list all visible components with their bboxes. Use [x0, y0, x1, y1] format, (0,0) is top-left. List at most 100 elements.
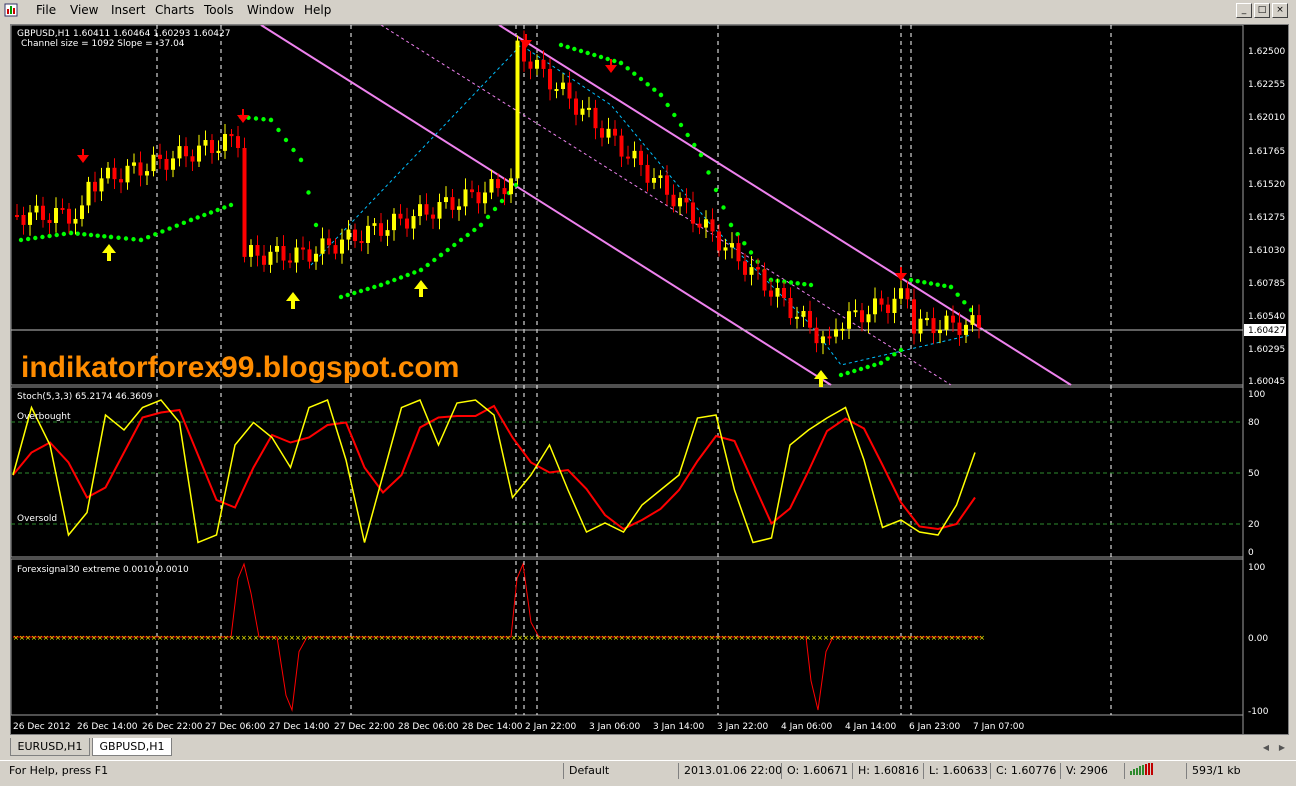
- chart-window[interactable]: × × × × × × × × × × × × × × × × × × × × × × × × × × × × × × × × × × × × × × × ×…: [10, 24, 1289, 735]
- menu-view[interactable]: View: [70, 3, 98, 17]
- fx-marker: ×: [19, 634, 25, 642]
- candle-body: [307, 249, 312, 262]
- scroll-right-icon[interactable]: ▶: [1276, 742, 1288, 754]
- sar-dot: [276, 127, 281, 133]
- fx-marker: ×: [235, 634, 241, 642]
- channel-info: Channel size = 1092 Slope = -37.04: [21, 39, 185, 49]
- sar-dot: [658, 92, 664, 98]
- fx-marker: ×: [643, 634, 649, 642]
- fx-marker: ×: [523, 634, 529, 642]
- candle-body: [151, 154, 156, 172]
- candle-body: [736, 243, 741, 262]
- menu-tools[interactable]: Tools: [204, 3, 234, 17]
- watermark: indikatorforex99.blogspot.com: [21, 351, 459, 384]
- fx-marker: ×: [241, 634, 247, 642]
- candle-body: [639, 150, 643, 165]
- candle-body: [730, 243, 734, 248]
- candle-body: [970, 315, 975, 325]
- time-label: 3 Jan 22:00: [717, 722, 769, 732]
- menu-help[interactable]: Help: [304, 3, 331, 17]
- fx-marker: ×: [43, 634, 49, 642]
- sar-dot: [728, 222, 734, 228]
- candle-body: [340, 239, 344, 254]
- fx-marker: ×: [979, 634, 985, 642]
- candle-body: [782, 287, 786, 298]
- tab-gbpusd[interactable]: GBPUSD,H1: [92, 738, 172, 756]
- candle-body: [788, 297, 793, 319]
- svg-text:0: 0: [1248, 548, 1254, 558]
- candle-body: [275, 246, 279, 252]
- sar-dot: [852, 368, 857, 374]
- fx-marker: ×: [781, 634, 787, 642]
- sar-dot: [425, 262, 430, 268]
- candle-body: [47, 219, 52, 223]
- candle-body: [723, 247, 728, 251]
- candle-body: [138, 162, 143, 176]
- candle-body: [808, 311, 812, 328]
- candle-body: [229, 134, 234, 137]
- menu-window[interactable]: Window: [247, 3, 294, 17]
- sar-dot: [678, 122, 684, 128]
- candle-body: [944, 315, 949, 330]
- down-arrow-icon: [237, 109, 249, 123]
- sar-dot: [75, 231, 80, 236]
- time-label: 28 Dec 06:00: [398, 722, 459, 732]
- sar-dot: [558, 42, 564, 48]
- candle-body: [242, 147, 247, 257]
- menu-file[interactable]: File: [36, 3, 56, 17]
- stoch-levels: [11, 421, 1243, 525]
- tab-eurusd[interactable]: EURUSD,H1: [10, 738, 90, 756]
- status-low: L: 1.60633: [923, 763, 988, 779]
- candle-body: [54, 208, 58, 223]
- fx-marker: ×: [481, 634, 487, 642]
- fx-marker: ×: [439, 634, 445, 642]
- close-button[interactable]: ×: [1272, 3, 1288, 18]
- candle-body: [977, 315, 981, 328]
- candle-body: [177, 146, 182, 159]
- sar-dot: [458, 237, 464, 243]
- up-arrow-icon: [102, 244, 116, 261]
- fx-marker: ×: [727, 634, 733, 642]
- sar-dot: [33, 235, 38, 241]
- sar-dot: [188, 217, 194, 223]
- candle-body: [606, 128, 611, 138]
- candle-body: [171, 158, 175, 170]
- fx-marker: ×: [331, 634, 337, 642]
- restore-button[interactable]: □: [1254, 3, 1270, 18]
- svg-text:50: 50: [1248, 469, 1260, 479]
- fx-marker: ×: [793, 634, 799, 642]
- candle-body: [671, 194, 676, 207]
- fx-marker: ×: [685, 634, 691, 642]
- fx-marker: ×: [853, 634, 859, 642]
- chart-canvas[interactable]: × × × × × × × × × × × × × × × × × × × × × × × × × × × × × × × × × × × × × × × ×…: [11, 25, 1288, 734]
- status-open: O: 1.60671: [781, 763, 848, 779]
- fx-marker: ×: [13, 634, 19, 642]
- candle-body: [515, 40, 520, 179]
- fx-marker: ×: [31, 634, 37, 642]
- fx-marker: ×: [193, 634, 199, 642]
- fx-marker: ×: [661, 634, 667, 642]
- candle-body: [190, 156, 195, 162]
- sar-dot: [618, 60, 624, 66]
- candle-body: [255, 245, 260, 256]
- sar-dot: [116, 235, 121, 240]
- candle-body: [964, 324, 968, 335]
- fx-marker: ×: [139, 634, 145, 642]
- fx-marker: ×: [163, 634, 169, 642]
- scroll-left-icon[interactable]: ◀: [1260, 742, 1272, 754]
- fx-marker: ×: [775, 634, 781, 642]
- candle-body: [353, 229, 357, 242]
- svg-text:1.61520: 1.61520: [1248, 180, 1285, 190]
- menu-charts[interactable]: Charts: [155, 3, 194, 17]
- fx-marker: ×: [799, 634, 805, 642]
- fx-marker: ×: [883, 634, 889, 642]
- sar-dot: [228, 202, 234, 208]
- sar-dot: [858, 366, 864, 372]
- candle-body: [236, 136, 240, 148]
- candle-body: [34, 205, 39, 213]
- candle-body: [814, 327, 819, 344]
- sar-dot: [291, 147, 296, 153]
- minimize-button[interactable]: _: [1236, 3, 1252, 18]
- menu-insert[interactable]: Insert: [111, 3, 145, 17]
- fx-marker: ×: [631, 634, 637, 642]
